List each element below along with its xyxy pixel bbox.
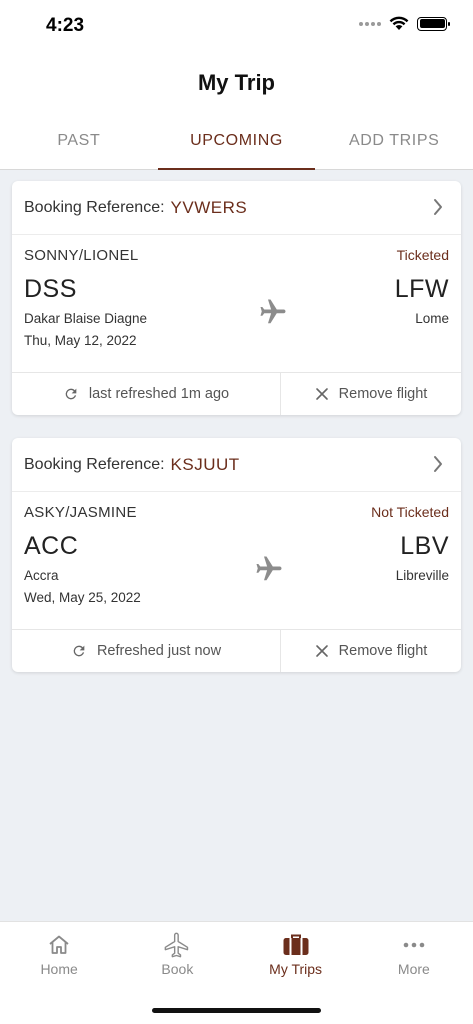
flight-details: ASKY/JASMINE Not Ticketed ACC LBV Accra …: [12, 492, 461, 629]
nav-item-book[interactable]: Book: [118, 922, 236, 986]
nav-label: My Trips: [269, 961, 323, 977]
booking-card: Booking Reference: KSJUUT ASKY/JASMINE N…: [12, 438, 461, 672]
remove-flight-button[interactable]: Remove flight: [281, 373, 461, 415]
cellular-signal-icon: [359, 21, 381, 26]
nav-item-home[interactable]: Home: [0, 922, 118, 986]
remove-flight-label: Remove flight: [338, 643, 428, 659]
flight-date: Thu, May 12, 2022: [24, 333, 137, 348]
tab-past[interactable]: PAST: [0, 112, 158, 169]
origin-city: Accra: [24, 568, 59, 583]
flight-date: Wed, May 25, 2022: [24, 590, 141, 605]
refresh-button[interactable]: Refreshed just now: [12, 630, 281, 672]
page-title: My Trip: [197, 70, 275, 95]
status-bar: 4:23: [0, 0, 473, 52]
destination-city: Libreville: [395, 568, 449, 583]
nav-item-my-trips[interactable]: My Trips: [237, 922, 355, 986]
destination-city: Lome: [415, 311, 449, 326]
refresh-button[interactable]: last refreshed 1m ago: [12, 373, 281, 415]
origin-city: Dakar Blaise Diagne: [24, 311, 148, 326]
home-indicator[interactable]: [152, 1008, 321, 1013]
home-icon: [49, 935, 69, 954]
home-indicator-area: [0, 986, 473, 1024]
origin-airport-code: DSS: [24, 275, 77, 303]
destination-airport-code: LBV: [400, 532, 449, 560]
trip-tabs: PAST UPCOMING ADD TRIPS: [0, 112, 473, 170]
wifi-icon: [389, 16, 409, 30]
booking-card: Booking Reference: YVWERS SONNY/LIONEL T…: [12, 181, 461, 415]
nav-label: More: [397, 961, 430, 977]
remove-flight-button[interactable]: Remove flight: [281, 630, 461, 672]
booking-reference-row[interactable]: Booking Reference: KSJUUT: [12, 438, 461, 492]
card-actions: Refreshed just now Remove flight: [12, 629, 461, 672]
chevron-right-icon[interactable]: [433, 455, 443, 473]
passenger-name: SONNY/LIONEL: [24, 247, 139, 264]
battery-icon: [417, 16, 450, 31]
booking-reference-code: KSJUUT: [170, 454, 240, 474]
close-icon: [315, 388, 328, 400]
more-dots-icon: [403, 942, 425, 948]
nav-label: Book: [161, 961, 194, 977]
remove-flight-label: Remove flight: [338, 386, 428, 402]
booking-reference-code: YVWERS: [170, 197, 248, 217]
booking-reference-label: Booking Reference:: [24, 455, 165, 473]
airplane-icon: [256, 556, 282, 581]
refresh-icon: [65, 388, 77, 400]
status-icons: [359, 16, 450, 31]
ticket-status: Ticketed: [396, 247, 449, 263]
tab-add-trips[interactable]: ADD TRIPS: [315, 112, 473, 169]
origin-airport-code: ACC: [24, 532, 79, 560]
destination-airport-code: LFW: [394, 275, 449, 303]
ticket-status: Not Ticketed: [371, 504, 449, 520]
card-actions: last refreshed 1m ago Remove flight: [12, 372, 461, 415]
airplane-icon: [165, 932, 189, 958]
refresh-status-text: last refreshed 1m ago: [88, 386, 230, 402]
bottom-nav: Home Book My Trips More: [0, 921, 473, 986]
flight-details: SONNY/LIONEL Ticketed DSS LFW Dakar Blai…: [12, 235, 461, 372]
status-time: 4:23: [46, 15, 85, 36]
nav-item-more[interactable]: More: [355, 922, 473, 986]
passenger-name: ASKY/JASMINE: [24, 504, 137, 521]
suitcase-icon: [283, 934, 309, 955]
booking-reference-label: Booking Reference:: [24, 198, 165, 216]
airplane-icon: [260, 299, 286, 324]
header: My Trip: [0, 52, 473, 112]
refresh-icon: [73, 645, 85, 657]
booking-reference-row[interactable]: Booking Reference: YVWERS: [12, 181, 461, 235]
nav-label: Home: [40, 961, 78, 977]
refresh-status-text: Refreshed just now: [96, 643, 222, 659]
chevron-right-icon[interactable]: [433, 198, 443, 216]
close-icon: [315, 645, 328, 657]
tab-upcoming[interactable]: UPCOMING: [157, 112, 316, 170]
